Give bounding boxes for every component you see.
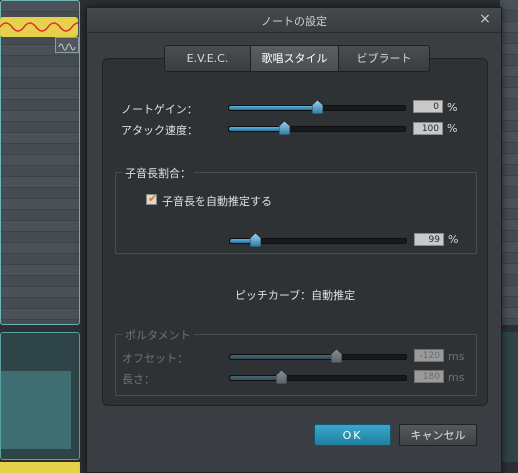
tab-evec[interactable]: E.V.E.C. <box>165 46 251 71</box>
consonant-length-title: 子音長割合： <box>122 165 194 181</box>
piano-roll-right-edge <box>500 0 518 325</box>
consonant-ratio-unit: % <box>448 233 459 246</box>
waveform-panel[interactable] <box>0 332 80 460</box>
attack-speed-label: アタック速度： <box>121 124 198 137</box>
portamento-offset-unit: ms <box>448 350 465 363</box>
portamento-length-fill <box>230 376 282 380</box>
tab-singing-style[interactable]: 歌唱スタイル <box>251 46 339 71</box>
consonant-length-group: 子音長割合： ✔ 子音長を自動推定する 99 % <box>115 165 477 254</box>
auto-consonant-label[interactable]: 子音長を自動推定する <box>162 193 272 209</box>
portamento-offset-thumb-icon[interactable] <box>330 349 342 363</box>
portamento-length-slider[interactable] <box>229 370 407 384</box>
close-button[interactable]: × <box>477 11 493 27</box>
dialog-title: ノートの設定 <box>261 15 327 28</box>
portamento-group: ポルタメント オフセット： -120 ms 長さ： 180 ms <box>115 327 477 396</box>
note-bar[interactable] <box>0 17 78 37</box>
attack-speed-unit: % <box>447 122 458 135</box>
dialog-titlebar[interactable]: ノートの設定 × <box>87 8 501 33</box>
consonant-ratio-value[interactable]: 99 <box>414 233 444 246</box>
note-gain-slider[interactable] <box>228 100 406 114</box>
portamento-offset-label: オフセット： <box>122 352 188 365</box>
tab-bar: E.V.E.C. 歌唱スタイル ビブラート <box>164 45 430 72</box>
portamento-title: ポルタメント <box>122 327 194 343</box>
note-gain-fill <box>229 106 317 110</box>
cancel-button[interactable]: キャンセル <box>399 424 477 446</box>
portamento-length-value[interactable]: 180 <box>414 370 444 383</box>
ok-button[interactable]: OK <box>314 424 391 446</box>
consonant-ratio-slider[interactable] <box>229 233 407 247</box>
portamento-offset-slider[interactable] <box>229 349 407 363</box>
consonant-ratio-thumb-icon[interactable] <box>249 233 261 247</box>
note-gain-value[interactable]: 0 <box>413 100 443 113</box>
attack-speed-fill <box>229 127 284 131</box>
attack-speed-thumb-icon[interactable] <box>278 121 290 135</box>
note-settings-dialog: ノートの設定 × ノートゲイン： 0 % アタック速度： 100 % 子音長割合… <box>86 7 502 473</box>
portamento-offset-fill <box>230 355 336 359</box>
attack-speed-slider[interactable] <box>228 121 406 135</box>
portamento-length-label: 長さ： <box>122 373 155 386</box>
pitch-curve-label: ピッチカーブ：自動推定 <box>234 289 356 302</box>
attack-speed-value[interactable]: 100 <box>413 122 443 135</box>
note-gain-label: ノートゲイン： <box>121 103 198 116</box>
portamento-length-thumb-icon[interactable] <box>276 370 288 384</box>
waveform <box>1 371 71 449</box>
portamento-offset-value[interactable]: -120 <box>414 349 444 362</box>
vibrato-tag-icon[interactable] <box>55 37 79 53</box>
portamento-length-unit: ms <box>448 371 465 384</box>
pitch-wave-icon <box>0 22 78 32</box>
bottom-note-strip <box>0 462 80 473</box>
note-gain-thumb-icon[interactable] <box>312 100 323 114</box>
note-gain-unit: % <box>447 101 458 114</box>
checkmark-icon: ✔ <box>148 192 158 205</box>
settings-panel: ノートゲイン： 0 % アタック速度： 100 % 子音長割合： ✔ 子音長を自… <box>102 58 488 406</box>
auto-consonant-checkbox[interactable]: ✔ <box>146 192 158 205</box>
waveform-right-edge <box>500 332 518 462</box>
tab-vibrato[interactable]: ビブラート <box>339 46 429 71</box>
